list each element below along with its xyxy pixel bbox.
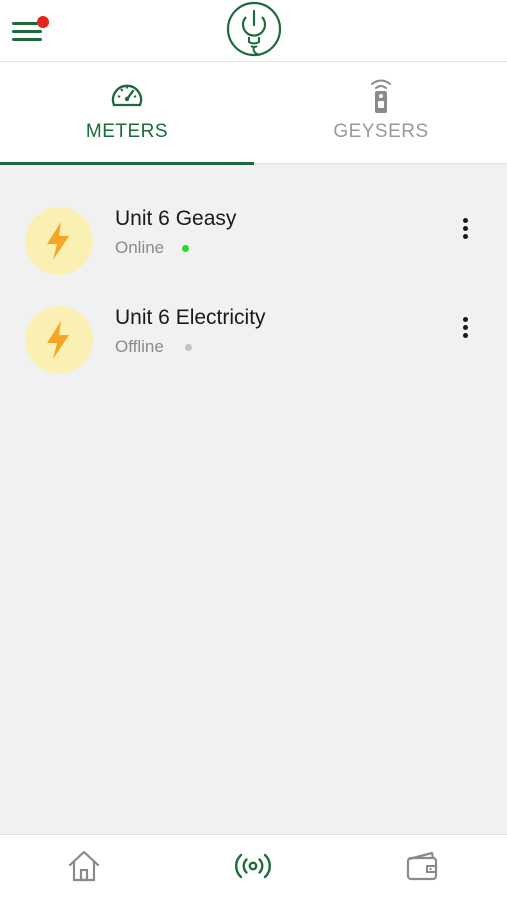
status-dot-offline: [185, 344, 192, 351]
more-dot: [463, 317, 468, 322]
lightning-bolt-icon: [47, 321, 69, 359]
speedometer-icon: [110, 80, 144, 115]
broadcast-icon[interactable]: [234, 849, 274, 885]
device-avatar: [25, 306, 93, 374]
more-dot: [463, 333, 468, 338]
more-options-icon[interactable]: [458, 317, 474, 343]
device-avatar: [25, 207, 93, 275]
tab-label: GEYSERS: [333, 121, 429, 142]
tab-label: METERS: [85, 121, 169, 142]
power-bulb-logo-icon: [226, 1, 282, 57]
device-name: Unit 6 Geasy: [115, 207, 237, 230]
lightning-bolt-icon: [47, 222, 69, 260]
more-dot: [463, 226, 468, 231]
status-dot-online: [182, 245, 189, 252]
menu-button[interactable]: [12, 16, 49, 44]
device-status: Offline: [115, 337, 164, 356]
device-status: Online: [115, 238, 165, 257]
remote-control-icon: [368, 78, 394, 119]
tab-geysers[interactable]: GEYSERS: [254, 62, 507, 164]
home-icon[interactable]: [66, 849, 106, 885]
tab-meters[interactable]: METERS: [0, 62, 254, 165]
more-options-icon[interactable]: [458, 218, 474, 244]
tab-bar: METERS GEYSERS: [0, 62, 507, 165]
more-dot: [463, 234, 468, 239]
device-row[interactable]: Unit 6 Geasy Online: [0, 197, 507, 287]
active-tab-indicator: [0, 162, 254, 165]
device-name: Unit 6 Electricity: [115, 306, 266, 329]
app-header: [0, 0, 507, 62]
menu-bar: [12, 38, 42, 41]
more-dot: [463, 325, 468, 330]
wallet-icon[interactable]: [404, 849, 444, 885]
device-row[interactable]: Unit 6 Electricity Offline: [0, 296, 507, 386]
more-dot: [463, 218, 468, 223]
notification-dot: [37, 16, 49, 28]
bottom-navigation: [0, 834, 507, 900]
menu-bar: [12, 30, 42, 33]
